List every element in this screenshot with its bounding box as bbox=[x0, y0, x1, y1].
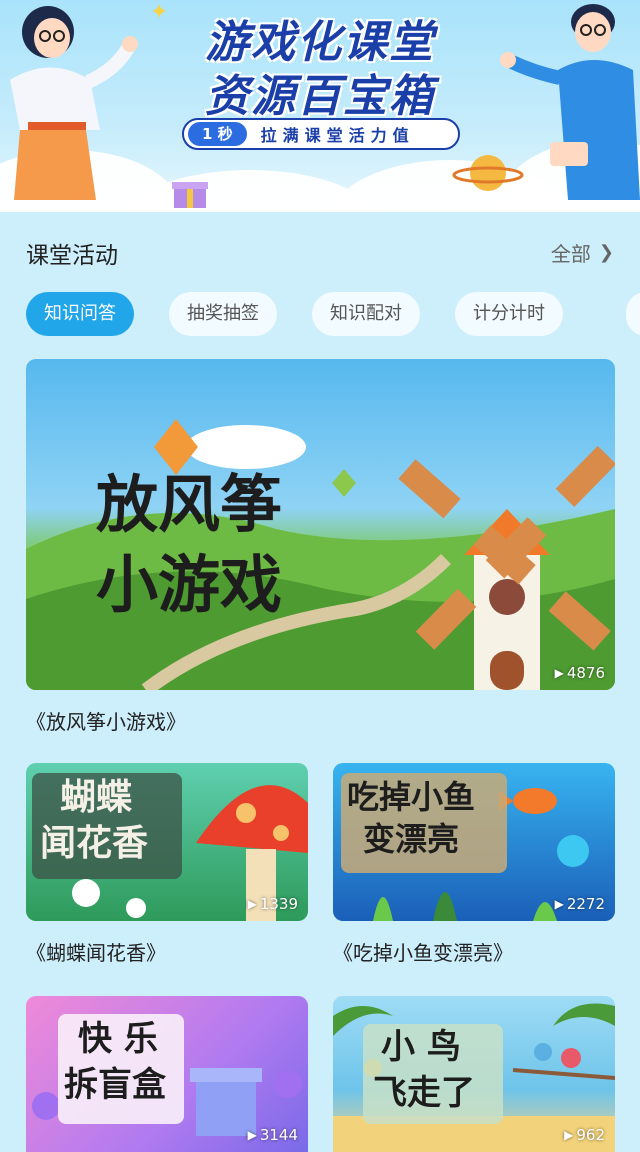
play-icon: ▶ bbox=[554, 666, 564, 680]
play-icon: ▶ bbox=[554, 897, 564, 911]
planet-icon bbox=[452, 155, 524, 191]
play-count-value: 3144 bbox=[259, 1126, 298, 1144]
game-thumbnail-butterfly[interactable]: 蝴蝶 闻花香 ▶ 1339 bbox=[26, 763, 308, 921]
tab-knowledge-match[interactable]: 知识配对 bbox=[312, 292, 420, 336]
play-count: ▶ 962 bbox=[564, 1126, 605, 1144]
card-art-line1: 蝴蝶 bbox=[60, 776, 133, 818]
play-count: ▶ 4876 bbox=[555, 664, 605, 682]
card-caption-fish[interactable]: 《吃掉小鱼变漂亮》 bbox=[333, 937, 513, 966]
tab-knowledge-quiz[interactable]: 知识问答 bbox=[26, 292, 134, 336]
tab-overflow-hint[interactable] bbox=[626, 292, 640, 336]
card-art-line1: 快 乐 bbox=[78, 1019, 158, 1059]
view-all-label: 全部 bbox=[550, 242, 591, 266]
play-count-value: 4876 bbox=[566, 664, 605, 682]
card-art-line2: 变漂亮 bbox=[363, 820, 460, 858]
play-icon: ▶ bbox=[564, 1128, 574, 1142]
featured-game-thumbnail[interactable]: 放风筝 小游戏 ▶ 4876 bbox=[26, 359, 615, 690]
play-count: ▶ 2272 bbox=[555, 895, 605, 913]
chevron-right-icon: ❯ bbox=[598, 242, 614, 263]
card-art-line2: 拆盲盒 bbox=[64, 1065, 166, 1105]
play-icon: ▶ bbox=[247, 897, 257, 911]
section-title: 课堂活动 bbox=[26, 243, 118, 269]
banner-slogan-pill: 1 秒 拉满课堂活力值 bbox=[182, 118, 460, 150]
featured-caption[interactable]: 《放风筝小游戏》 bbox=[26, 706, 186, 735]
play-count-value: 2272 bbox=[566, 895, 605, 913]
play-count: ▶ 3144 bbox=[248, 1126, 298, 1144]
tab-lottery-draw[interactable]: 抽奖抽签 bbox=[169, 292, 277, 336]
banner-title-line2: 资源百宝箱 bbox=[205, 71, 435, 122]
tab-score-timer[interactable]: 计分计时 bbox=[455, 292, 563, 336]
card-art-line1: 吃掉小鱼 bbox=[347, 778, 476, 816]
gift-box-icon bbox=[172, 182, 208, 208]
play-count: ▶ 1339 bbox=[248, 895, 298, 913]
featured-art-line1: 放风筝 bbox=[96, 468, 283, 541]
game-thumbnail-blind-box[interactable]: 快 乐 拆盲盒 ▶ 3144 bbox=[26, 996, 308, 1152]
card-art-line2: 飞走了 bbox=[373, 1073, 475, 1113]
card-art-line1: 小 鸟 bbox=[381, 1027, 461, 1067]
card-caption-butterfly[interactable]: 《蝴蝶闻花香》 bbox=[26, 937, 166, 966]
play-count-value: 962 bbox=[576, 1126, 605, 1144]
view-all-link[interactable]: 全部 ❯ bbox=[551, 238, 614, 267]
game-thumbnail-birds[interactable]: 小 鸟 飞走了 ▶ 962 bbox=[333, 996, 615, 1152]
banner-pill-text: 拉满课堂活力值 bbox=[260, 126, 415, 145]
card-art-line2: 闻花香 bbox=[40, 822, 149, 864]
banner-pill-time: 1 秒 bbox=[188, 122, 247, 146]
play-icon: ▶ bbox=[247, 1128, 257, 1142]
featured-art-line2: 小游戏 bbox=[96, 548, 283, 621]
category-tabs: 知识问答 抽奖抽签 知识配对 计分计时 bbox=[26, 292, 598, 336]
game-thumbnail-fish[interactable]: 吃掉小鱼 变漂亮 ▶ 2272 bbox=[333, 763, 615, 921]
play-count-value: 1339 bbox=[259, 895, 298, 913]
promo-banner[interactable]: ✦ 游戏化课堂 资源百宝箱 1 秒 拉满课堂活力值 bbox=[0, 0, 640, 212]
